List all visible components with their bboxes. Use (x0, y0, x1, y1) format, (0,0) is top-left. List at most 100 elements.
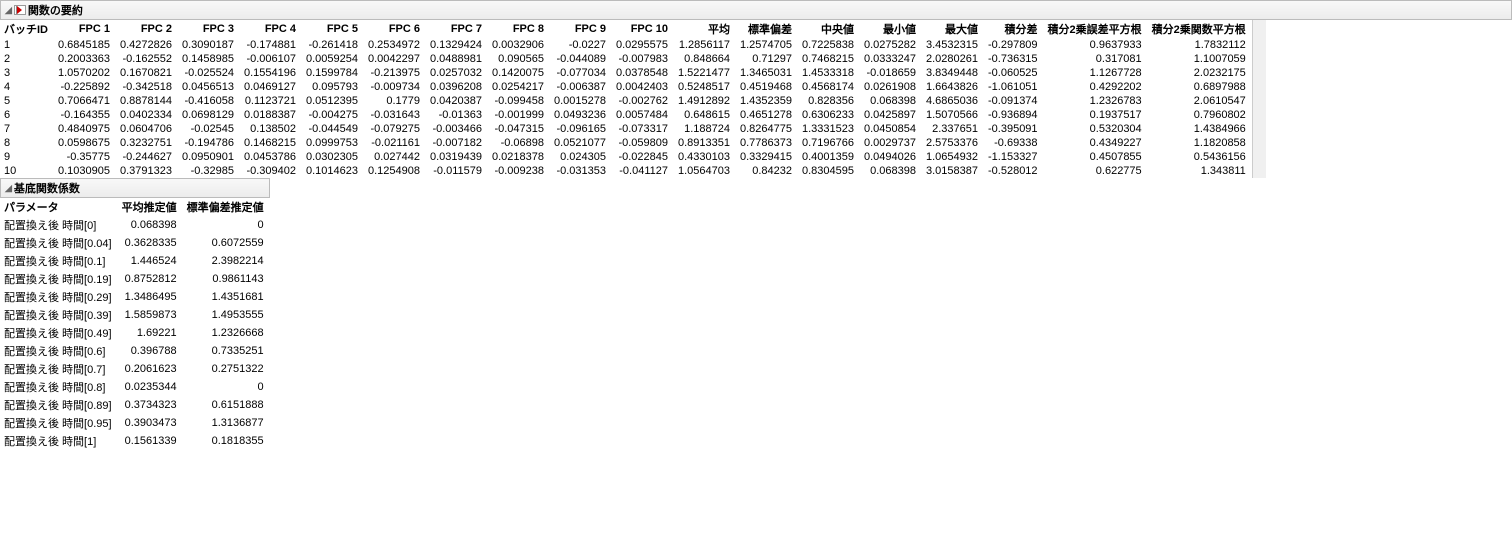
vertical-scrollbar[interactable] (1252, 20, 1266, 178)
summary-col-header: FPC 3 (178, 20, 240, 38)
table-cell: -0.35775 (54, 150, 116, 164)
table-cell: 1.3486495 (118, 288, 183, 306)
table-row[interactable]: 6-0.1643550.04023340.06981290.0188387-0.… (0, 108, 1252, 122)
table-row[interactable]: 配置換え後 時間[0.39]1.58598731.4953555 (0, 306, 270, 324)
table-cell: 1 (0, 38, 54, 52)
table-cell: 0.828356 (798, 94, 860, 108)
table-cell: 0.3734323 (118, 396, 183, 414)
table-cell: 1.5859873 (118, 306, 183, 324)
basis-table: パラメータ平均推定値標準偏差推定値 配置換え後 時間[0]0.0683980配置… (0, 198, 270, 450)
table-row[interactable]: 配置換え後 時間[0.04]0.36283350.6072559 (0, 234, 270, 252)
table-row[interactable]: 配置換え後 時間[0.6]0.3967880.7335251 (0, 342, 270, 360)
disclosure-icon[interactable]: ◢ (5, 183, 12, 194)
table-cell: 0.8913351 (674, 136, 736, 150)
table-cell: 0.2751322 (183, 360, 270, 378)
table-cell: 1.5070566 (922, 108, 984, 122)
table-cell: 0.1420075 (488, 66, 550, 80)
summary-col-header: 標準偏差 (736, 20, 798, 38)
disclosure-icon[interactable]: ◢ (5, 5, 12, 16)
table-row[interactable]: 31.05702020.1670821-0.0255240.15541960.1… (0, 66, 1252, 80)
table-cell: 1.2326668 (183, 324, 270, 342)
table-cell: 配置換え後 時間[0.19] (0, 270, 118, 288)
table-cell: 2.0232175 (1148, 66, 1252, 80)
table-row[interactable]: 配置換え後 時間[0.95]0.39034731.3136877 (0, 414, 270, 432)
summary-col-header: FPC 10 (612, 20, 674, 38)
table-cell: 0.1554196 (240, 66, 302, 80)
table-row[interactable]: 100.10309050.3791323-0.32985-0.3094020.1… (0, 164, 1252, 178)
table-row[interactable]: 配置換え後 時間[0.19]0.87528120.9861143 (0, 270, 270, 288)
table-cell: 0.6072559 (183, 234, 270, 252)
table-cell: 0.84232 (736, 164, 798, 178)
table-cell: -0.022845 (612, 150, 674, 164)
table-row[interactable]: 配置換え後 時間[0.7]0.20616230.2751322 (0, 360, 270, 378)
summary-table-wrap: バッチIDFPC 1FPC 2FPC 3FPC 4FPC 5FPC 6FPC 7… (0, 20, 1512, 178)
table-cell: 0.2534972 (364, 38, 426, 52)
table-cell: 0.0453786 (240, 150, 302, 164)
table-cell: -0.69338 (984, 136, 1044, 150)
table-row[interactable]: 80.05986750.3232751-0.1947860.14682150.0… (0, 136, 1252, 150)
table-row[interactable]: 配置換え後 時間[0.8]0.02353440 (0, 378, 270, 396)
table-cell: -0.059809 (612, 136, 674, 150)
table-cell: 0.1779 (364, 94, 426, 108)
table-cell: -0.225892 (54, 80, 116, 94)
table-cell: 0.0275282 (860, 38, 922, 52)
table-row[interactable]: 50.70664710.8878144-0.4160580.11237210.0… (0, 94, 1252, 108)
summary-col-header: バッチID (0, 20, 54, 38)
table-row[interactable]: 配置換え後 時間[0.29]1.34864951.4351681 (0, 288, 270, 306)
table-cell: -0.073317 (612, 122, 674, 136)
table-cell: 0.0261908 (860, 80, 922, 94)
table-row[interactable]: 配置換え後 時間[0.49]1.692211.2326668 (0, 324, 270, 342)
table-cell: 0.4292202 (1044, 80, 1148, 94)
table-cell: 1.4533318 (798, 66, 860, 80)
table-cell: 0.848664 (674, 52, 736, 66)
summary-table: バッチIDFPC 1FPC 2FPC 3FPC 4FPC 5FPC 6FPC 7… (0, 20, 1252, 178)
table-row[interactable]: 4-0.225892-0.3425180.04565130.04691270.0… (0, 80, 1252, 94)
table-cell: 1.188724 (674, 122, 736, 136)
table-row[interactable]: 配置換え後 時間[0.89]0.37343230.6151888 (0, 396, 270, 414)
table-cell: 3.4532315 (922, 38, 984, 52)
table-cell: 0.4519468 (736, 80, 798, 94)
table-cell: 0.2003363 (54, 52, 116, 66)
table-cell: 2.0280261 (922, 52, 984, 66)
table-cell: -0.009734 (364, 80, 426, 94)
table-cell: 6 (0, 108, 54, 122)
summary-section-header: ◢ 関数の要約 (0, 0, 1512, 20)
table-row[interactable]: 配置換え後 時間[0]0.0683980 (0, 216, 270, 234)
table-cell: -0.099458 (488, 94, 550, 108)
table-cell: -0.004275 (302, 108, 364, 122)
table-cell: 0.4349227 (1044, 136, 1148, 150)
table-cell: 5 (0, 94, 54, 108)
table-cell: 0.4330103 (674, 150, 736, 164)
table-cell: 0.0402334 (116, 108, 178, 122)
table-row[interactable]: 10.68451850.42728260.3090187-0.174881-0.… (0, 38, 1252, 52)
table-cell: 0.024305 (550, 150, 612, 164)
table-cell: 0.0302305 (302, 150, 364, 164)
table-row[interactable]: 9-0.35775-0.2446270.09509010.04537860.03… (0, 150, 1252, 164)
table-cell: 0.0295575 (612, 38, 674, 52)
table-cell: -0.096165 (550, 122, 612, 136)
table-cell: 0.1670821 (116, 66, 178, 80)
table-cell: 0.7468215 (798, 52, 860, 66)
table-cell: -0.007182 (426, 136, 488, 150)
table-cell: 1.1820858 (1148, 136, 1252, 150)
table-row[interactable]: 配置換え後 時間[0.1]1.4465242.3982214 (0, 252, 270, 270)
table-cell: 0.068398 (860, 164, 922, 178)
table-row[interactable]: 20.2003363-0.1625520.1458985-0.0061070.0… (0, 52, 1252, 66)
summary-col-header: 最大値 (922, 20, 984, 38)
table-cell: 1.4351681 (183, 288, 270, 306)
table-cell: -0.079275 (364, 122, 426, 136)
table-cell: 配置換え後 時間[0.39] (0, 306, 118, 324)
summary-col-header: FPC 9 (550, 20, 612, 38)
table-cell: 0.0493236 (550, 108, 612, 122)
table-cell: 0.1599784 (302, 66, 364, 80)
table-row[interactable]: 配置換え後 時間[1]0.15613390.1818355 (0, 432, 270, 450)
table-cell: 0.4651278 (736, 108, 798, 122)
table-cell: -0.528012 (984, 164, 1044, 178)
table-cell: -0.244627 (116, 150, 178, 164)
table-cell: 0.3791323 (116, 164, 178, 178)
table-cell: 0.3090187 (178, 38, 240, 52)
table-cell: 0.7066471 (54, 94, 116, 108)
dropdown-button[interactable] (14, 5, 26, 15)
table-cell: 0.1818355 (183, 432, 270, 450)
table-row[interactable]: 70.48409750.0604706-0.025450.138502-0.04… (0, 122, 1252, 136)
